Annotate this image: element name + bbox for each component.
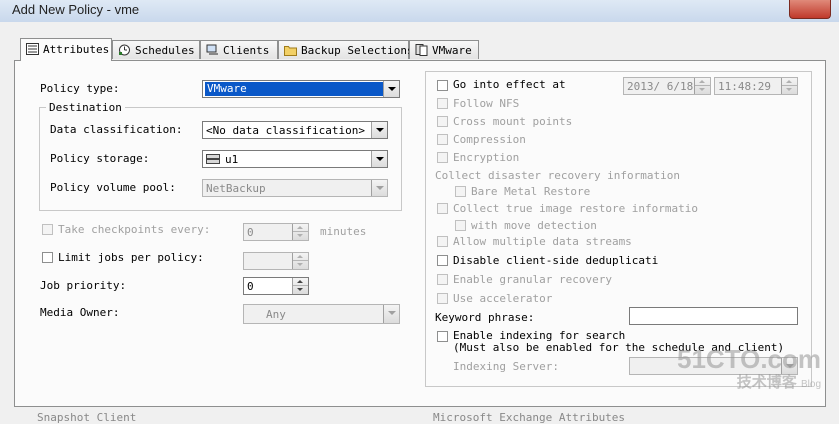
- indexing-server-label: Indexing Server:: [453, 360, 559, 373]
- take-checkpoints-label: Take checkpoints every:: [58, 223, 211, 236]
- policy-storage-value: u1: [225, 153, 239, 166]
- data-classification-select[interactable]: <No data classification>: [202, 121, 388, 139]
- chevron-down-icon[interactable]: [781, 358, 797, 374]
- tab-backup-selections[interactable]: Backup Selections: [278, 40, 414, 59]
- spinner-arrows-icon[interactable]: [781, 78, 797, 94]
- limit-jobs-label: Limit jobs per policy:: [58, 251, 204, 264]
- indexing-server-select[interactable]: [629, 357, 798, 375]
- collect-dr-label: Collect disaster recovery information: [435, 169, 681, 182]
- job-priority-spinner[interactable]: 0: [243, 277, 309, 295]
- policy-storage-select[interactable]: u1: [202, 150, 388, 168]
- accelerator-checkbox[interactable]: [437, 293, 448, 304]
- effective-time-picker[interactable]: 11:48:29: [714, 77, 798, 95]
- go-into-effect-label: Go into effect at: [453, 78, 566, 91]
- tab-schedules-label: Schedules: [135, 44, 195, 57]
- exchange-attributes-legend: Microsoft Exchange Attributes: [433, 411, 626, 424]
- take-checkpoints-value: 0: [247, 226, 254, 239]
- tab-attributes-label: Attributes: [43, 43, 110, 56]
- bare-metal-checkbox[interactable]: [455, 186, 466, 197]
- disk-icon: [206, 154, 220, 164]
- granular-recovery-checkbox[interactable]: [437, 274, 448, 285]
- multiple-streams-label: Allow multiple data streams: [453, 235, 632, 248]
- policy-type-select[interactable]: VMware: [202, 80, 400, 98]
- spinner-arrows-icon[interactable]: [292, 253, 308, 269]
- effective-date-picker[interactable]: 2013/ 6/18: [623, 77, 711, 95]
- attributes-icon: [26, 43, 39, 55]
- attributes-panel: Policy type: VMware Destination Data cla…: [14, 60, 826, 424]
- media-owner-label: Media Owner:: [40, 306, 120, 319]
- granular-recovery-label: Enable granular recovery: [453, 273, 612, 286]
- collect-true-image-label: Collect true image restore informatio: [453, 202, 699, 215]
- spinner-arrows-icon[interactable]: [292, 224, 308, 240]
- chevron-down-icon[interactable]: [371, 122, 387, 138]
- chevron-down-icon[interactable]: [383, 81, 399, 97]
- tab-schedules[interactable]: Schedules: [112, 40, 200, 59]
- disable-dedup-label: Disable client-side deduplicati: [453, 254, 659, 267]
- close-button[interactable]: [789, 0, 831, 19]
- minutes-label: minutes: [320, 225, 367, 238]
- data-classification-value: <No data classification>: [206, 124, 365, 137]
- tab-clients[interactable]: Clients: [200, 40, 278, 59]
- snapshot-client-legend: Snapshot Client: [37, 411, 137, 424]
- tab-backup-selections-label: Backup Selections: [301, 44, 414, 57]
- move-detection-checkbox[interactable]: [455, 220, 466, 231]
- policy-type-value: VMware: [205, 82, 385, 96]
- schedules-icon: [119, 44, 130, 56]
- folder-icon: [284, 46, 297, 56]
- bare-metal-label: Bare Metal Restore: [471, 185, 591, 198]
- limit-jobs-spinner[interactable]: [243, 252, 309, 270]
- effective-date-value: 2013/ 6/18: [627, 80, 694, 93]
- follow-nfs-label: Follow NFS: [453, 97, 520, 110]
- take-checkpoints-checkbox[interactable]: [42, 224, 53, 235]
- clients-icon: [206, 44, 218, 55]
- vmware-icon: [415, 44, 428, 56]
- accelerator-label: Use accelerator: [453, 292, 553, 305]
- window-title: Add New Policy - vme: [12, 2, 140, 17]
- policy-type-label: Policy type:: [40, 82, 120, 95]
- policy-volume-pool-value: NetBackup: [206, 182, 266, 195]
- cross-mount-checkbox[interactable]: [437, 116, 448, 127]
- dialog-body: Attributes Schedules Clients Backup Sele…: [0, 22, 839, 424]
- take-checkpoints-spinner[interactable]: 0: [243, 223, 309, 241]
- compression-checkbox[interactable]: [437, 134, 448, 145]
- encryption-label: Encryption: [453, 151, 520, 164]
- policy-storage-label: Policy storage:: [50, 152, 150, 165]
- spinner-arrows-icon[interactable]: [292, 278, 308, 294]
- move-detection-label: with move detection: [471, 219, 597, 232]
- tab-vmware-label: VMware: [432, 44, 472, 57]
- disable-dedup-checkbox[interactable]: [437, 255, 448, 266]
- policy-volume-pool-label: Policy volume pool:: [50, 181, 176, 194]
- keyword-phrase-input[interactable]: [629, 307, 798, 325]
- indexing-note: (Must also be enabled for the schedule a…: [453, 341, 785, 354]
- data-classification-label: Data classification:: [50, 123, 183, 136]
- limit-jobs-checkbox[interactable]: [42, 252, 53, 263]
- chevron-down-icon[interactable]: [371, 180, 387, 196]
- spinner-arrows-icon[interactable]: [694, 78, 710, 94]
- media-owner-select[interactable]: Any: [243, 304, 400, 324]
- destination-legend: Destination: [46, 101, 125, 114]
- compression-label: Compression: [453, 133, 526, 146]
- chevron-down-icon[interactable]: [371, 151, 387, 167]
- collect-true-image-checkbox[interactable]: [437, 203, 448, 214]
- tab-vmware[interactable]: VMware: [409, 40, 479, 59]
- tab-clients-label: Clients: [223, 44, 270, 57]
- encryption-checkbox[interactable]: [437, 152, 448, 163]
- keyword-phrase-label: Keyword phrase:: [435, 311, 535, 324]
- media-owner-value: Any: [266, 308, 286, 321]
- chevron-down-icon[interactable]: [383, 305, 399, 323]
- follow-nfs-checkbox[interactable]: [437, 98, 448, 109]
- tab-attributes[interactable]: Attributes: [20, 38, 112, 61]
- title-bar: Add New Policy - vme: [0, 0, 839, 23]
- cross-mount-label: Cross mount points: [453, 115, 573, 128]
- policy-volume-pool-select[interactable]: NetBackup: [202, 179, 388, 197]
- job-priority-label: Job priority:: [40, 279, 127, 292]
- enable-indexing-checkbox[interactable]: [437, 331, 448, 342]
- multiple-streams-checkbox[interactable]: [437, 236, 448, 247]
- effective-time-value: 11:48:29: [718, 80, 771, 93]
- go-into-effect-checkbox[interactable]: [437, 80, 448, 91]
- job-priority-value: 0: [247, 280, 254, 293]
